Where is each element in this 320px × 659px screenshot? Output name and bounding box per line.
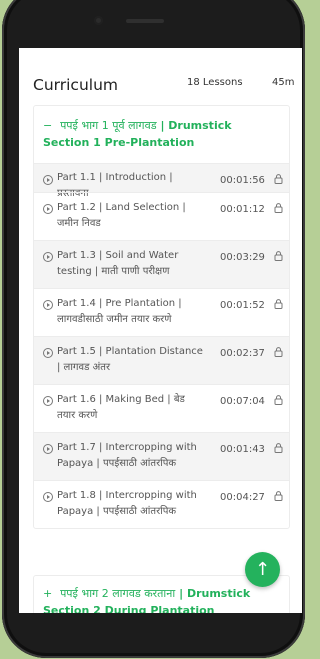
lesson-row[interactable]: Part 1.3 | Soil and Water testing | माती… [34, 240, 289, 288]
lesson-duration: 00:01:56 [220, 175, 265, 186]
lesson-row[interactable]: Part 1.4 | Pre Plantation | लागवडीसाठी ज… [34, 288, 289, 336]
lesson-duration: 00:02:37 [220, 348, 265, 359]
lesson-label: Part 1.3 | Soil and Water testing | माती… [57, 250, 179, 277]
lesson-row[interactable]: Part 1.7 | Intercropping with Papaya | प… [34, 432, 289, 480]
curriculum-header: Curriculum 18 Lessons 45m [19, 48, 302, 104]
lesson-duration: 00:03:29 [220, 252, 265, 263]
lock-icon [274, 174, 283, 184]
lesson-duration: 00:04:27 [220, 492, 265, 503]
lock-icon [274, 251, 283, 261]
screen: Curriculum 18 Lessons 45m − पपई भाग 1 पू… [19, 48, 302, 613]
lesson-row[interactable]: Part 1.5 | Plantation Distance | लागवड अ… [34, 336, 289, 384]
expand-icon[interactable]: + [43, 587, 52, 600]
phone-frame: Curriculum 18 Lessons 45m − पपई भाग 1 पू… [2, 0, 305, 658]
section-header-1[interactable]: − पपई भाग 1 पूर्व लागवड | Drumstick Sect… [34, 106, 289, 163]
lesson-duration: 00:01:52 [220, 300, 265, 311]
arrow-up-icon: ↑ [254, 559, 271, 580]
section-card-1: − पपई भाग 1 पूर्व लागवड | Drumstick Sect… [33, 105, 290, 529]
lesson-label: Part 1.5 | Plantation Distance | लागवड अ… [57, 346, 203, 373]
play-icon [43, 348, 53, 358]
play-icon [43, 444, 53, 454]
lesson-row[interactable]: Part 1.6 | Making Bed | बेड तयार करणे 00… [34, 384, 289, 432]
lesson-row[interactable]: Part 1.2 | Land Selection | जमीन निवड 00… [34, 192, 289, 240]
lock-icon [274, 491, 283, 501]
speaker-grille [126, 19, 164, 23]
lock-icon [274, 299, 283, 309]
lesson-label: Part 1.7 | Intercropping with Papaya | प… [57, 442, 197, 469]
lock-icon [274, 347, 283, 357]
lesson-label: Part 1.8 | Intercropping with Papaya | प… [57, 490, 197, 517]
collapse-icon[interactable]: − [43, 119, 52, 132]
lesson-row[interactable]: Part 1.8 | Intercropping with Papaya | प… [34, 480, 289, 528]
lessons-count: 18 Lessons [187, 77, 243, 88]
lesson-duration: 00:07:04 [220, 396, 265, 407]
scroll-to-top-button[interactable]: ↑ [245, 552, 280, 587]
play-icon [43, 492, 53, 502]
total-duration: 45m [272, 77, 295, 88]
lesson-label: Part 1.2 | Land Selection | जमीन निवड [57, 202, 186, 229]
lock-icon [274, 203, 283, 213]
lesson-row[interactable]: Part 1.1 | Introduction | प्रस्तावना 00:… [34, 163, 289, 199]
lock-icon [274, 443, 283, 453]
lesson-duration: 00:01:12 [220, 204, 265, 215]
camera-icon [94, 16, 103, 25]
play-icon [43, 300, 53, 310]
lock-icon [274, 395, 283, 405]
play-icon [43, 396, 53, 406]
page-title: Curriculum [33, 76, 119, 94]
play-icon [43, 252, 53, 262]
lesson-label: Part 1.4 | Pre Plantation | लागवडीसाठी ज… [57, 298, 182, 325]
play-icon [43, 204, 53, 214]
section-title-marathi: पपई भाग 2 लागवड करताना [60, 587, 176, 600]
play-icon [43, 175, 53, 185]
lesson-label: Part 1.6 | Making Bed | बेड तयार करणे [57, 394, 185, 421]
lesson-duration: 00:01:43 [220, 444, 265, 455]
section-title-marathi: पपई भाग 1 पूर्व लागवड [60, 119, 157, 132]
